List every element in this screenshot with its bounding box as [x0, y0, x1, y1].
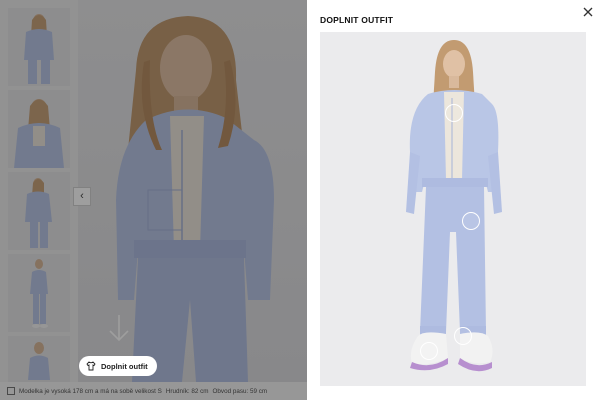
- complete-outfit-label: Doplnit outfit: [101, 361, 148, 371]
- shirt-icon: [86, 361, 96, 371]
- model-outfit-illustration: [406, 40, 502, 372]
- hotspot-shoe-left[interactable]: [420, 342, 438, 360]
- panel-title: DOPLNIT OUTFIT: [320, 15, 394, 25]
- modal-backdrop[interactable]: [0, 0, 307, 400]
- hotspot-pants[interactable]: [462, 212, 480, 230]
- complete-outfit-panel: DOPLNIT OUTFIT: [307, 0, 600, 400]
- close-button[interactable]: [581, 5, 595, 19]
- hotspot-jacket[interactable]: [445, 104, 463, 122]
- product-gallery: ‹ Modelka je vysoká 178 cm a má na sobě …: [0, 0, 307, 400]
- complete-outfit-button[interactable]: Doplnit outfit: [79, 356, 157, 376]
- outfit-photo: [320, 32, 586, 386]
- hotspot-shoe-right[interactable]: [454, 327, 472, 345]
- close-icon: [583, 7, 593, 17]
